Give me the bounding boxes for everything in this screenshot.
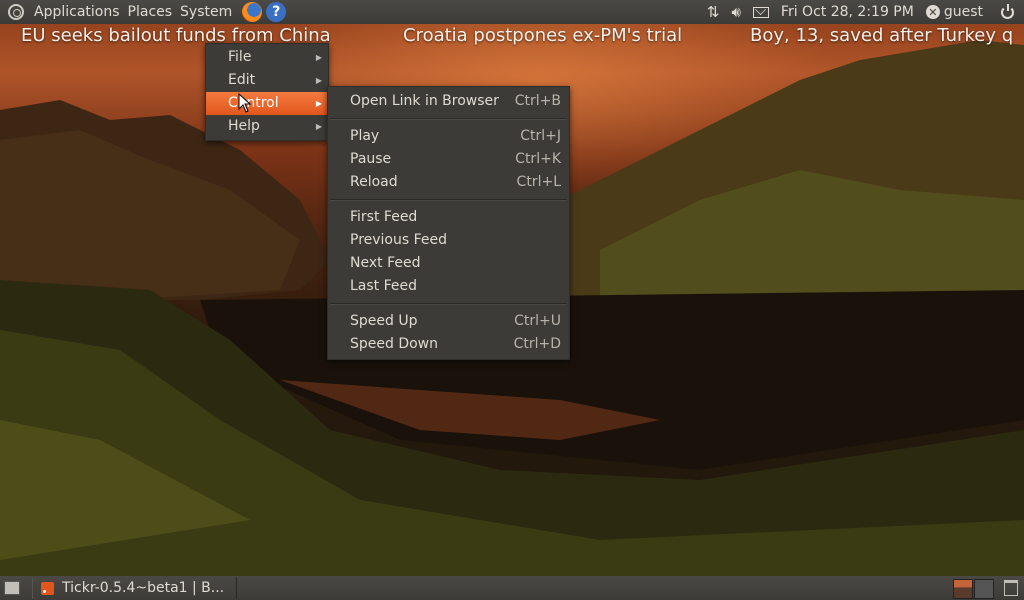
menu-item-speed-up[interactable]: Speed Up Ctrl+U [328,310,569,333]
volume-icon[interactable]: 🔊︎ [731,3,740,21]
ticker-headline[interactable]: Croatia postpones ex-PM's trial [403,24,682,48]
submenu-arrow-icon: ▶ [315,76,322,85]
mail-icon[interactable] [752,6,769,18]
menu-item-previous-feed[interactable]: Previous Feed [328,229,569,252]
network-icon[interactable]: ⇅ [707,3,720,21]
menu-separator [330,303,567,305]
menu-item-shortcut: Ctrl+J [520,128,561,144]
menu-item-shortcut: Ctrl+K [515,151,561,167]
menu-item-label: First Feed [350,209,418,225]
clock[interactable]: Fri Oct 28, 2:19 PM [781,4,914,20]
menu-item-file[interactable]: File ▶ [206,46,328,69]
menu-item-label: Edit [228,72,256,88]
menu-item-label: Next Feed [350,255,421,271]
ubuntu-logo-icon[interactable] [8,4,24,20]
menu-item-shortcut: Ctrl+L [516,174,561,190]
menu-item-label: Reload [350,174,398,190]
mouse-cursor-icon [238,93,252,113]
system-tray: ⇅ 🔊︎ Fri Oct 28, 2:19 PM ✕ guest [701,0,1024,24]
menu-item-label: Last Feed [350,278,418,294]
menu-item-shortcut: Ctrl+U [514,313,561,329]
submenu-arrow-icon: ▶ [315,122,322,131]
menu-item-speed-down[interactable]: Speed Down Ctrl+D [328,333,569,356]
taskbar-button-tickr[interactable]: Tickr-0.5.4~beta1 | B... [32,577,238,599]
menu-item-help[interactable]: Help ▶ [206,115,328,138]
menu-item-shortcut: Ctrl+D [513,336,561,352]
menu-item-label: Speed Up [350,313,418,329]
menu-item-label: File [228,49,252,65]
menu-item-label: Speed Down [350,336,439,352]
menu-item-last-feed[interactable]: Last Feed [328,275,569,298]
menu-item-label: Open Link in Browser [350,93,499,109]
workspace-switcher [952,579,994,599]
submenu-arrow-icon: ▶ [315,99,322,108]
menu-item-label: Control [228,95,279,111]
menu-item-open-link[interactable]: Open Link in Browser Ctrl+B [328,90,569,113]
user-name[interactable]: guest [944,4,983,20]
menu-item-control[interactable]: Control ▶ [206,92,328,115]
menu-item-pause[interactable]: Pause Ctrl+K [328,148,569,171]
menu-item-play[interactable]: Play Ctrl+J [328,125,569,148]
user-icon[interactable]: ✕ [925,5,940,19]
menu-item-label: Pause [350,151,392,167]
menu-separator [330,199,567,201]
menu-item-label: Play [350,128,380,144]
system-menu[interactable]: System [176,0,236,24]
taskbar-button-label: Tickr-0.5.4~beta1 | B... [62,580,225,596]
menu-item-first-feed[interactable]: First Feed [328,206,569,229]
firefox-icon[interactable] [242,2,263,22]
menu-item-next-feed[interactable]: Next Feed [328,252,569,275]
applications-menu[interactable]: Applications [30,0,124,24]
power-icon[interactable] [1001,3,1014,19]
menu-item-reload[interactable]: Reload Ctrl+L [328,171,569,194]
control-submenu: Open Link in Browser Ctrl+B Play Ctrl+J … [327,86,570,360]
top-panel: Applications Places System ? ⇅ 🔊︎ Fri Oc… [0,0,1024,24]
menu-separator [330,118,567,120]
menu-item-edit[interactable]: Edit ▶ [206,69,328,92]
ticker-headline[interactable]: Boy, 13, saved after Turkey q [750,24,1013,48]
workspace-1[interactable] [953,579,973,599]
workspace-2[interactable] [974,579,994,599]
places-menu[interactable]: Places [124,0,177,24]
menu-item-label: Help [228,118,260,134]
trash-icon[interactable] [1004,580,1018,596]
help-icon[interactable]: ? [266,2,287,22]
menu-item-label: Previous Feed [350,232,448,248]
rss-icon [41,581,54,595]
news-ticker[interactable]: EU seeks bailout funds from China Croati… [0,24,1024,48]
submenu-arrow-icon: ▶ [315,53,322,62]
show-desktop-icon[interactable] [4,581,20,595]
tickr-main-menu: File ▶ Edit ▶ Control ▶ Help ▶ [205,43,329,141]
bottom-panel: Tickr-0.5.4~beta1 | B... [0,576,1024,600]
menu-item-shortcut: Ctrl+B [514,93,561,109]
